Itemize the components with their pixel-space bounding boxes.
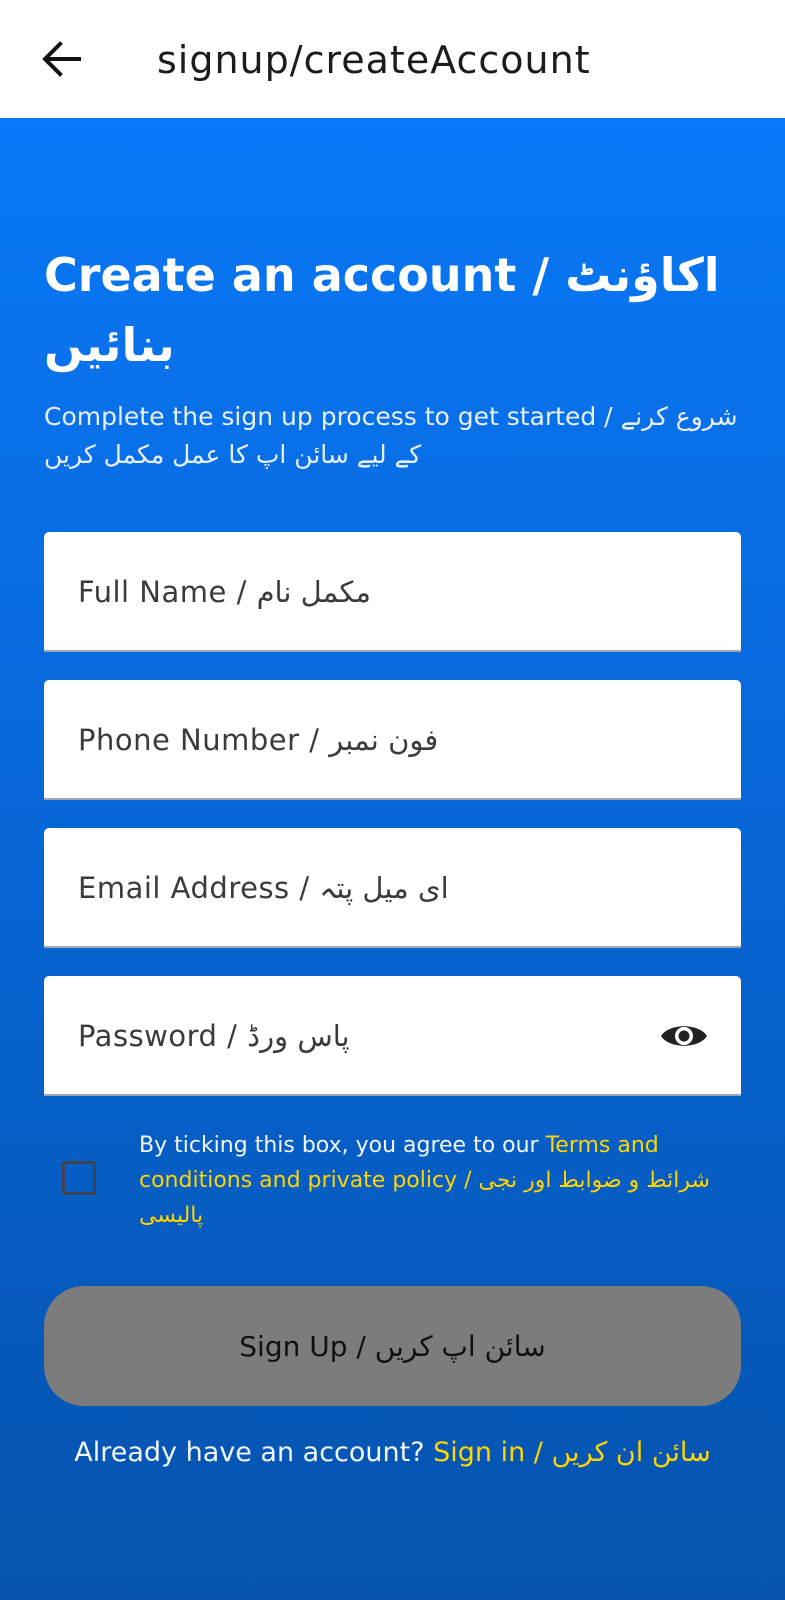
phone-number-field[interactable]: Phone Number / فون نمبر xyxy=(44,680,741,800)
password-field[interactable]: Password / پاس ورڈ xyxy=(44,976,741,1096)
eye-icon xyxy=(661,1026,707,1046)
full-name-field[interactable]: Full Name / مکمل نام xyxy=(44,532,741,652)
phone-number-placeholder: Phone Number / فون نمبر xyxy=(78,723,439,757)
back-button[interactable] xyxy=(36,34,86,84)
terms-text: By ticking this box, you agree to our Te… xyxy=(139,1128,739,1233)
signup-form-screen: Create an account / اکاؤنٹ بنائیں Comple… xyxy=(0,118,785,1600)
email-address-field[interactable]: Email Address / ای میل پتہ xyxy=(44,828,741,948)
password-placeholder: Password / پاس ورڈ xyxy=(78,1019,350,1053)
terms-prefix: By ticking this box, you agree to our xyxy=(139,1133,546,1158)
terms-checkbox[interactable] xyxy=(62,1161,96,1195)
signin-link[interactable]: Sign in / سائن ان کریں xyxy=(433,1437,711,1468)
signin-prompt: Already have an account? Sign in / سائن … xyxy=(0,1418,785,1488)
email-address-placeholder: Email Address / ای میل پتہ xyxy=(78,871,449,905)
arrow-left-icon xyxy=(42,41,81,77)
subheading: Complete the sign up process to get star… xyxy=(44,402,738,469)
page-title: signup/createAccount xyxy=(157,38,591,82)
signup-button[interactable]: Sign Up / سائن اپ کریں xyxy=(44,1286,741,1406)
heading: Create an account / اکاؤنٹ بنائیں xyxy=(44,248,720,372)
full-name-placeholder: Full Name / مکمل نام xyxy=(78,575,371,609)
password-visibility-toggle[interactable] xyxy=(657,1014,711,1058)
signin-prompt-text: Already have an account? xyxy=(74,1437,434,1468)
app-bar: signup/createAccount xyxy=(0,0,785,118)
